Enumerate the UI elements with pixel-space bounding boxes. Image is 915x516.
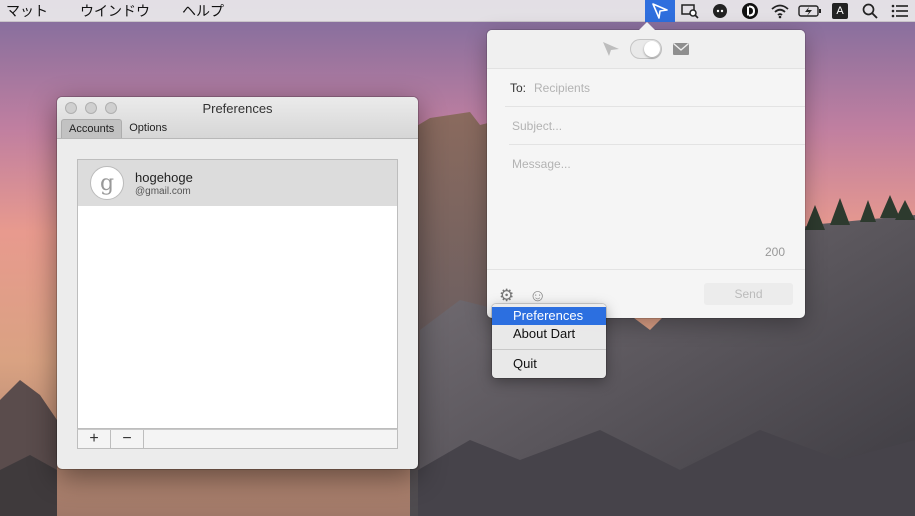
menu-item-about[interactable]: About Dart: [492, 325, 606, 343]
remove-account-button[interactable]: −: [111, 430, 144, 448]
account-name: hogehoge: [135, 169, 193, 185]
battery-icon[interactable]: [795, 0, 825, 22]
accounts-list[interactable]: g hogehoge @gmail.com: [77, 159, 398, 429]
screen-search-icon[interactable]: [675, 0, 705, 22]
menu-item-help[interactable]: ヘルプ: [182, 1, 224, 21]
status-bar: A: [645, 0, 915, 22]
send-button[interactable]: Send: [704, 283, 793, 305]
to-label: To:: [510, 80, 527, 95]
tab-accounts[interactable]: Accounts: [61, 119, 123, 138]
google-avatar-icon: g: [90, 166, 124, 200]
character-count: 200: [764, 245, 785, 259]
to-row: To:: [505, 69, 805, 107]
input-a-icon[interactable]: A: [825, 0, 855, 22]
account-email: @gmail.com: [135, 185, 191, 197]
preferences-tabs: Accounts Options: [61, 119, 174, 138]
send-mode-icon[interactable]: [602, 41, 620, 57]
d-badge-icon[interactable]: [735, 0, 765, 22]
notification-list-icon[interactable]: [885, 0, 915, 22]
compose-header: [487, 30, 805, 69]
menu-item-mat[interactable]: マット: [6, 1, 48, 21]
menu-item-preferences[interactable]: Preferences: [492, 307, 606, 325]
add-account-button[interactable]: +: [78, 430, 111, 448]
mode-toggle[interactable]: [630, 39, 662, 59]
subject-input[interactable]: [512, 118, 792, 133]
account-row[interactable]: g hogehoge @gmail.com: [78, 160, 397, 206]
wifi-icon[interactable]: [765, 0, 795, 22]
message-input[interactable]: [512, 157, 782, 237]
message-area: 200: [487, 145, 805, 270]
compose-popover: To: 200 ⚙ ☺ Send: [487, 22, 805, 318]
emoji-icon[interactable]: ☺: [529, 286, 546, 306]
account-info: hogehoge @gmail.com: [135, 170, 193, 197]
mascot-icon[interactable]: [705, 0, 735, 22]
preferences-window: Preferences Accounts Options g hogehoge …: [57, 97, 418, 469]
subject-row: [509, 107, 805, 145]
mail-icon[interactable]: [672, 42, 690, 56]
window-title: Preferences: [202, 101, 273, 116]
send-icon[interactable]: [645, 0, 675, 22]
gear-icon[interactable]: ⚙: [499, 286, 514, 306]
input-a-label: A: [832, 3, 848, 19]
preferences-titlebar[interactable]: Preferences Accounts Options: [57, 97, 418, 139]
accounts-list-footer: + −: [77, 429, 398, 449]
menu-separator: [492, 349, 606, 350]
settings-dropdown-menu: Preferences About Dart Quit: [492, 304, 606, 378]
recipients-input[interactable]: [534, 80, 775, 95]
popover-arrow: [638, 22, 656, 31]
spotlight-icon[interactable]: [855, 0, 885, 22]
tab-options[interactable]: Options: [122, 119, 174, 138]
menu-bar: マット ウインドウ ヘルプ A: [0, 0, 915, 22]
menu-item-window[interactable]: ウインドウ: [80, 1, 150, 21]
menu-item-quit[interactable]: Quit: [492, 355, 606, 373]
